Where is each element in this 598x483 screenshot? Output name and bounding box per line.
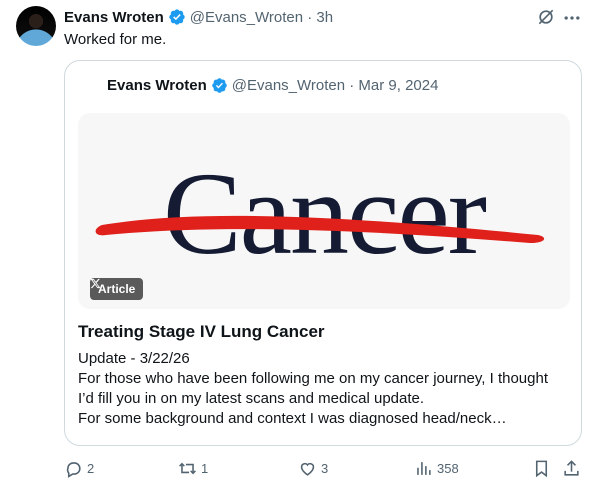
like-button[interactable]: 3: [298, 456, 328, 480]
repost-button[interactable]: 1: [178, 456, 208, 480]
tweet-text: Worked for me.: [64, 31, 167, 48]
bookmark-button[interactable]: [532, 456, 551, 480]
share-icon: [564, 459, 579, 476]
quoted-author-handle-date: @Evans_Wroten · Mar 9, 2024: [231, 76, 439, 94]
verified-badge-icon: [211, 77, 227, 93]
reply-count: 2: [87, 460, 95, 476]
author-handle-time[interactable]: @Evans_Wroten · 3h: [190, 9, 333, 26]
more-icon[interactable]: [562, 8, 582, 28]
views-count: 358: [437, 460, 459, 476]
bookmark-icon: [535, 460, 548, 477]
x-logo-icon: [90, 278, 101, 289]
share-button[interactable]: [562, 456, 581, 480]
article-cover-image[interactable]: Cancer Article: [78, 113, 570, 309]
verified-badge-icon[interactable]: [168, 8, 186, 26]
reply-button[interactable]: 2: [64, 456, 94, 480]
views-icon: [417, 461, 431, 475]
article-line: For those who have been following me on …: [78, 370, 548, 387]
author-avatar[interactable]: [16, 6, 56, 46]
article-line: I’d fill you in on my latest scans and m…: [78, 390, 425, 407]
grok-icon[interactable]: [536, 7, 556, 27]
cover-word: Cancer: [163, 148, 487, 279]
quoted-tweet-header: Evans Wroten @Evans_Wroten · Mar 9, 2024: [107, 75, 438, 95]
views-button[interactable]: 358: [414, 456, 459, 480]
article-badge: Article: [90, 278, 144, 300]
quoted-author-name: Evans Wroten: [107, 76, 207, 94]
article-line: For some background and context I was di…: [78, 410, 507, 427]
article-title[interactable]: Treating Stage IV Lung Cancer: [78, 321, 325, 343]
author-name[interactable]: Evans Wroten: [64, 9, 164, 26]
reply-icon: [66, 461, 81, 478]
article-excerpt: Update - 3/22/26 For those who have been…: [78, 349, 573, 429]
quoted-tweet-card[interactable]: Evans Wroten @Evans_Wroten · Mar 9, 2024…: [64, 60, 582, 446]
tweet-header: Evans Wroten @Evans_Wroten · 3h: [64, 7, 333, 27]
article-badge-label: Article: [98, 282, 136, 296]
repost-icon: [179, 462, 196, 474]
repost-count: 1: [201, 460, 209, 476]
like-count: 3: [321, 460, 329, 476]
article-line: Update - 3/22/26: [78, 350, 190, 367]
like-icon: [300, 462, 315, 476]
action-bar: 2 1 3 358: [64, 456, 584, 480]
